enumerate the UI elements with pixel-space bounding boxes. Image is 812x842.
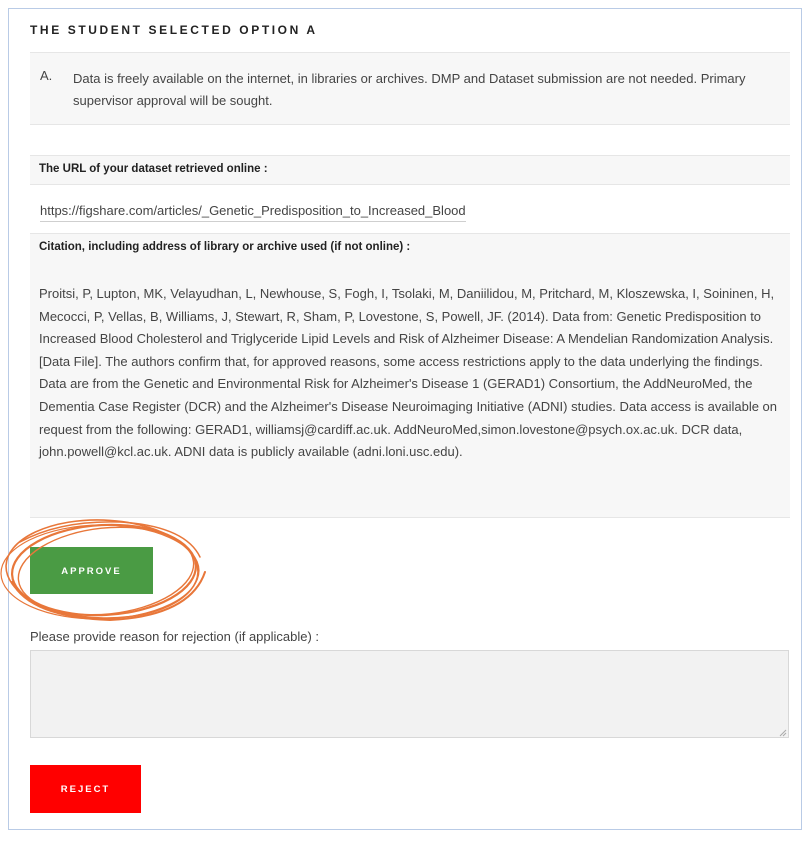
approve-button[interactable]: APPROVE (30, 547, 153, 594)
option-letter: A. (40, 68, 53, 83)
citation-box: Proitsi, P, Lupton, MK, Velayudhan, L, N… (30, 262, 790, 518)
dataset-url: https://figshare.com/articles/_Genetic_P… (40, 203, 466, 222)
selected-option-box: A. Data is freely available on the inter… (30, 52, 790, 125)
selected-option-heading: THE STUDENT SELECTED OPTION A (30, 23, 318, 37)
url-field-label: The URL of your dataset retrieved online… (30, 155, 790, 185)
citation-field-label: Citation, including address of library o… (30, 233, 790, 263)
resize-grip-icon[interactable] (777, 727, 787, 737)
option-description: Data is freely available on the internet… (73, 71, 746, 108)
reject-button[interactable]: REJECT (30, 765, 141, 813)
citation-text: Proitsi, P, Lupton, MK, Velayudhan, L, N… (39, 286, 778, 460)
rejection-reason-textarea[interactable] (30, 650, 789, 738)
rejection-reason-label: Please provide reason for rejection (if … (30, 629, 320, 644)
